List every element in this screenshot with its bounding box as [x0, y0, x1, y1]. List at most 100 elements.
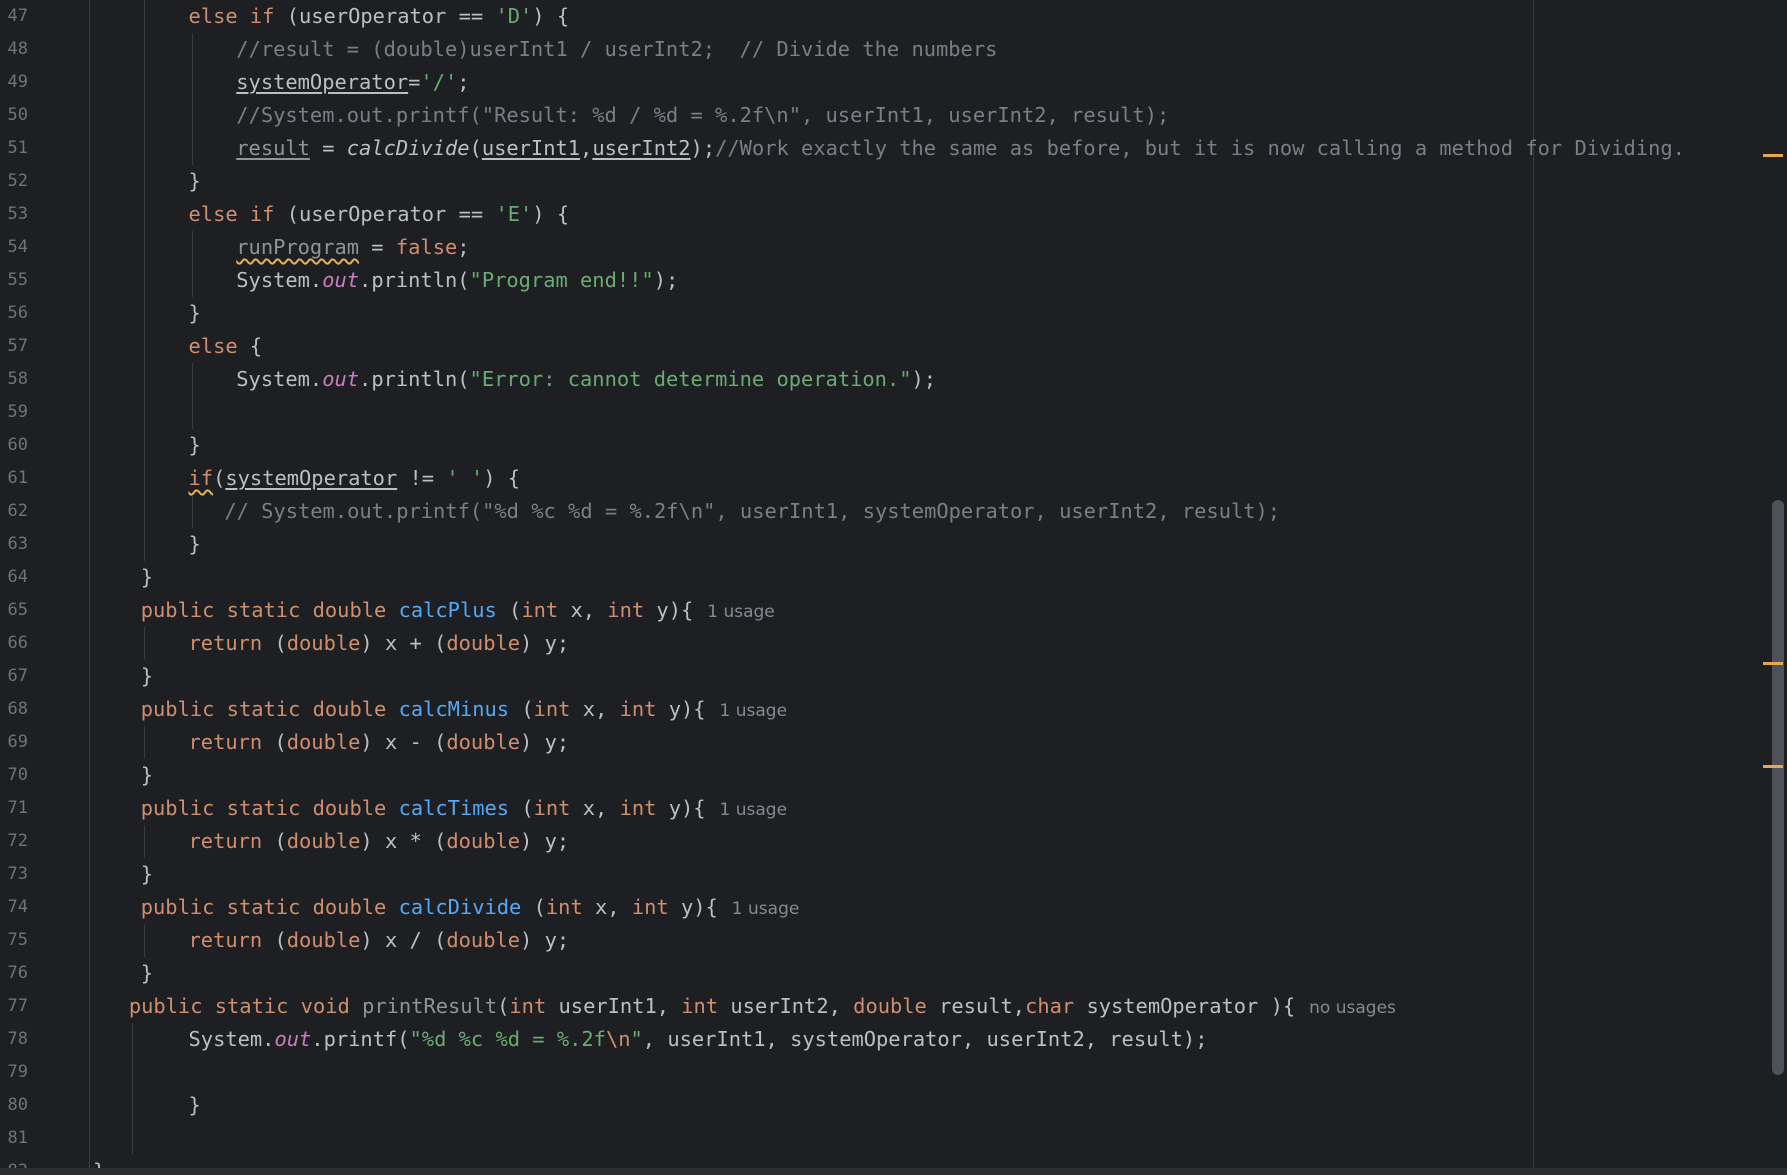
code-token: .println(: [359, 268, 470, 292]
code-token: result: [236, 136, 310, 160]
vertical-scrollbar-thumb[interactable]: [1772, 500, 1784, 1075]
code-token: y){: [644, 598, 694, 622]
code-line[interactable]: //System.out.printf("Result: %d / %d = %…: [236, 99, 1169, 132]
code-token: return: [188, 928, 263, 952]
code-token: (: [213, 466, 226, 490]
code-token: (: [496, 598, 522, 622]
code-line[interactable]: return (double) x - (double) y;: [189, 726, 570, 759]
code-line[interactable]: public static double calcDivide (int x, …: [141, 891, 800, 924]
code-line[interactable]: }: [189, 1089, 201, 1122]
code-token: (: [509, 697, 534, 721]
code-line[interactable]: public static double calcTimes (int x, i…: [141, 792, 787, 825]
code-line[interactable]: runProgram = false;: [236, 231, 469, 264]
code-line[interactable]: else if (userOperator == 'E') {: [189, 198, 570, 231]
code-line[interactable]: }: [141, 660, 153, 693]
code-token: .println(: [359, 367, 470, 391]
code-token: userInt2,: [718, 994, 854, 1018]
indent-guide: [132, 1023, 133, 1155]
code-token: double: [446, 730, 521, 754]
code-line[interactable]: return (double) x + (double) y;: [189, 627, 570, 660]
warning-stripe-marker[interactable]: [1763, 662, 1783, 665]
code-token: }: [188, 301, 201, 325]
code-line[interactable]: //result = (double)userInt1 / userInt2; …: [236, 33, 997, 66]
warning-stripe-marker[interactable]: [1763, 154, 1783, 157]
editor-bottom-edge: [0, 1168, 1787, 1175]
code-line[interactable]: public static void printResult(int userI…: [129, 990, 1396, 1023]
code-line[interactable]: }: [189, 297, 201, 330]
code-token: ) x * (: [360, 829, 447, 853]
code-line[interactable]: }: [189, 165, 201, 198]
code-token: int: [619, 796, 657, 820]
code-token: runProgram: [236, 235, 360, 259]
code-token: //System.out.printf("Result: %d / %d = %…: [236, 103, 1170, 127]
code-token: double: [446, 829, 521, 853]
usage-hint[interactable]: 1 usage: [707, 602, 775, 622]
code-token: public static double: [140, 697, 399, 721]
code-token: }: [140, 961, 154, 985]
code-token: double: [853, 994, 927, 1018]
code-token: }: [140, 763, 154, 787]
code-token: double: [286, 829, 361, 853]
code-area[interactable]: else if (userOperator == 'D') { //result …: [0, 0, 1787, 1175]
code-token: y){: [668, 895, 718, 919]
code-line[interactable]: System.out.println("Error: cannot determ…: [236, 363, 936, 396]
code-line[interactable]: }: [141, 759, 153, 792]
usage-hint[interactable]: 1 usage: [720, 701, 788, 721]
code-token: int: [533, 697, 571, 721]
code-line[interactable]: System.out.println("Program end!!");: [236, 264, 678, 297]
code-token: userInt1,: [546, 994, 682, 1018]
code-token: ) y;: [520, 730, 570, 754]
code-token: ) x - (: [360, 730, 447, 754]
code-line[interactable]: else {: [189, 330, 263, 363]
code-line[interactable]: // System.out.printf("%d %c %d = %.2f\n"…: [224, 495, 1280, 528]
code-token: calcDivide: [346, 136, 470, 160]
code-token: (userOperator ==: [274, 202, 496, 226]
code-token: ;: [457, 235, 470, 259]
indent-guide: [192, 363, 193, 429]
code-token: ) {: [532, 4, 570, 28]
code-token: (: [262, 928, 287, 952]
code-line[interactable]: if(systemOperator != ' ') {: [189, 462, 521, 495]
usage-hint[interactable]: 1 usage: [732, 899, 800, 919]
code-line[interactable]: else if (userOperator == 'D') {: [189, 0, 570, 33]
usage-hint[interactable]: no usages: [1309, 998, 1396, 1018]
code-token: int: [533, 796, 571, 820]
code-token: //result = (double)userInt1 / userInt2; …: [236, 37, 998, 61]
code-line[interactable]: }: [141, 957, 153, 990]
usage-hint[interactable]: 1 usage: [720, 800, 788, 820]
code-editor[interactable]: 47 48 49 50 51 52 53 54 55 56 57 58 59 60 61 62 63 64 65 66…: [0, 0, 1787, 1175]
code-token: int: [545, 895, 583, 919]
code-line[interactable]: }: [141, 858, 153, 891]
code-token: x,: [570, 697, 620, 721]
code-token: systemOperator ){: [1074, 994, 1296, 1018]
code-line[interactable]: System.out.printf("%d %c %d = %.2f\n", u…: [189, 1023, 1208, 1056]
code-token: (: [521, 895, 546, 919]
code-token: System.: [188, 1027, 275, 1051]
code-line[interactable]: return (double) x / (double) y;: [189, 924, 570, 957]
code-token: (: [262, 730, 287, 754]
code-token: "%d %c %d = %.2f: [409, 1027, 606, 1051]
warning-stripe-marker[interactable]: [1763, 765, 1783, 768]
indent-guide: [144, 0, 145, 561]
code-line[interactable]: result = calcDivide(userInt1,userInt2);/…: [236, 132, 1685, 165]
code-line[interactable]: public static double calcPlus (int x, in…: [141, 594, 775, 627]
code-token: ) y;: [520, 928, 570, 952]
code-token: }: [188, 1093, 201, 1117]
code-line[interactable]: }: [189, 528, 201, 561]
code-token: y){: [656, 796, 706, 820]
code-token: char: [1025, 994, 1075, 1018]
code-token: y){: [656, 697, 706, 721]
code-line[interactable]: systemOperator='/';: [236, 66, 469, 99]
code-line[interactable]: }: [141, 561, 153, 594]
code-token: out: [322, 268, 360, 292]
code-token: out: [274, 1027, 312, 1051]
code-line[interactable]: }: [189, 429, 201, 462]
code-line[interactable]: public static double calcMinus (int x, i…: [141, 693, 787, 726]
code-line[interactable]: return (double) x * (double) y;: [189, 825, 570, 858]
indent-guide: [144, 825, 145, 858]
code-token: double: [286, 928, 361, 952]
code-token: 'E': [495, 202, 533, 226]
code-token: result,: [926, 994, 1026, 1018]
code-token: System.: [236, 268, 323, 292]
code-token: int: [681, 994, 719, 1018]
